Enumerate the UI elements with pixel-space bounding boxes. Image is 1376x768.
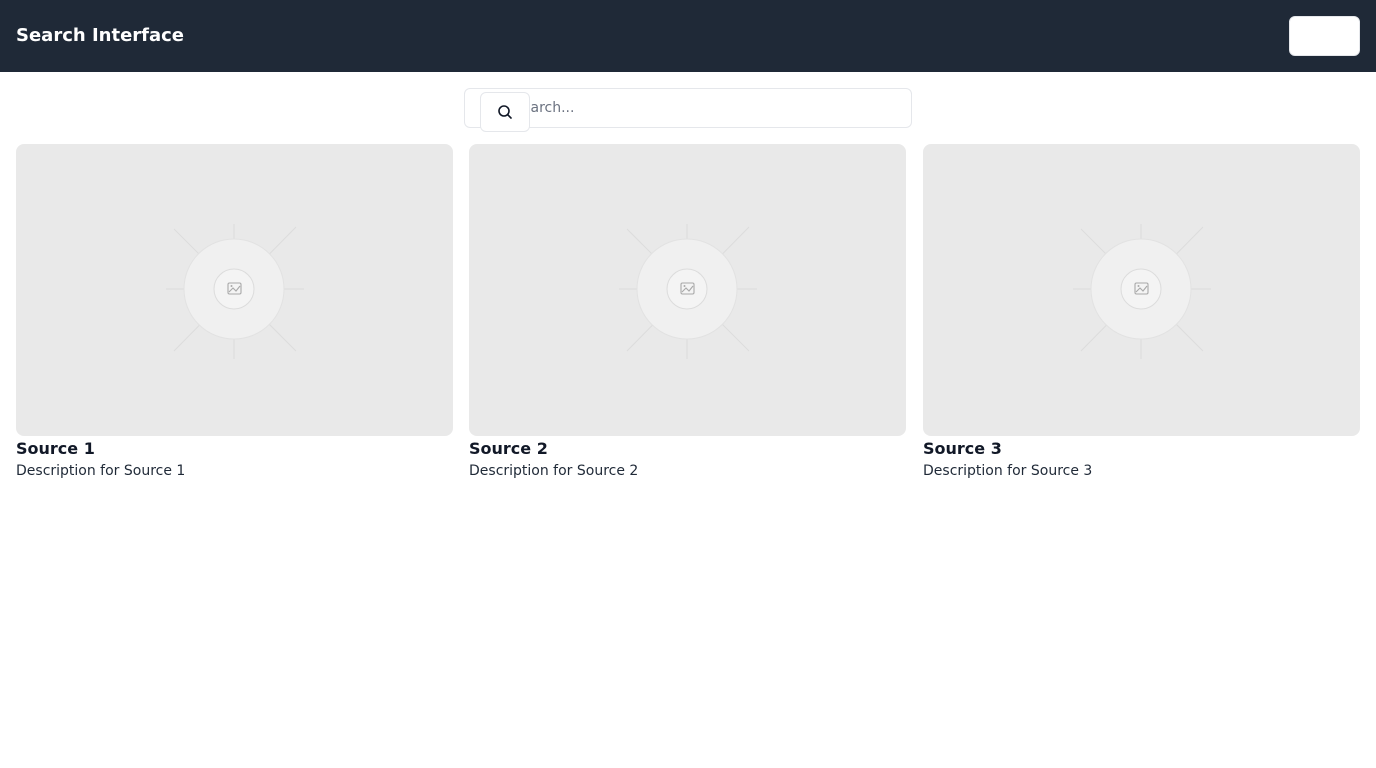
image-placeholder-icon bbox=[1073, 224, 1211, 359]
card-image-placeholder bbox=[923, 144, 1360, 436]
image-placeholder-icon bbox=[619, 224, 757, 359]
card-description: Description for Source 1 bbox=[16, 463, 186, 479]
image-placeholder-icon bbox=[166, 224, 304, 359]
card-title: Source 1 bbox=[16, 439, 95, 458]
search-bar bbox=[464, 88, 912, 132]
result-card[interactable]: Source 3 Description for Source 3 bbox=[923, 144, 1360, 484]
card-description: Description for Source 3 bbox=[923, 463, 1093, 479]
app-header: Search Interface bbox=[0, 0, 1376, 72]
header-action-button[interactable] bbox=[1289, 16, 1360, 56]
card-title: Source 3 bbox=[923, 439, 1002, 458]
app-title: Search Interface bbox=[16, 25, 185, 46]
search-icon bbox=[497, 104, 513, 120]
results-grid: Source 1 Description for Source 1 Source… bbox=[16, 144, 1360, 484]
result-card[interactable]: Source 2 Description for Source 2 bbox=[469, 144, 906, 484]
card-description: Description for Source 2 bbox=[469, 463, 639, 479]
search-button[interactable] bbox=[480, 92, 530, 132]
card-image-placeholder bbox=[469, 144, 906, 436]
search-input[interactable] bbox=[464, 88, 912, 128]
card-title: Source 2 bbox=[469, 439, 548, 458]
card-image-placeholder bbox=[16, 144, 453, 436]
result-card[interactable]: Source 1 Description for Source 1 bbox=[16, 144, 453, 484]
